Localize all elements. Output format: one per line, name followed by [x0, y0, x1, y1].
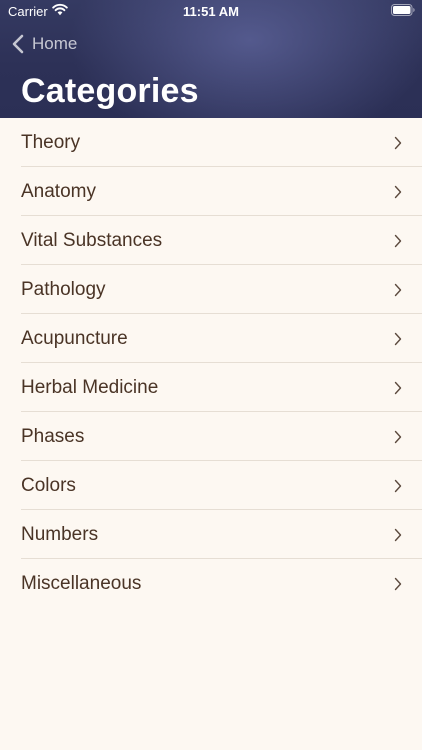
list-item-label: Anatomy: [21, 181, 96, 202]
chevron-left-icon: [12, 34, 24, 54]
list-item-label: Vital Substances: [21, 230, 163, 251]
list-item-label: Colors: [21, 475, 76, 496]
list-item-label: Miscellaneous: [21, 573, 142, 594]
list-item-theory[interactable]: Theory: [0, 118, 422, 167]
chevron-right-icon: [394, 528, 402, 542]
list-item-label: Herbal Medicine: [21, 377, 159, 398]
battery-icon: [391, 4, 415, 16]
list-item-label: Phases: [21, 426, 85, 447]
navigation-header: Carrier 11:51 AM Home Categories: [0, 0, 422, 118]
chevron-right-icon: [394, 479, 402, 493]
list-item-label: Acupuncture: [21, 328, 128, 349]
list-item-miscellaneous[interactable]: Miscellaneous: [0, 559, 422, 608]
list-item-numbers[interactable]: Numbers: [0, 510, 422, 559]
status-time: 11:51 AM: [183, 4, 239, 19]
list-item-colors[interactable]: Colors: [0, 461, 422, 510]
categories-screen: Carrier 11:51 AM Home Categories Theory: [0, 0, 422, 750]
list-item-anatomy[interactable]: Anatomy: [0, 167, 422, 216]
back-button-label: Home: [32, 34, 78, 53]
chevron-right-icon: [394, 332, 402, 346]
status-bar: Carrier 11:51 AM: [0, 0, 422, 22]
back-button[interactable]: Home: [12, 32, 77, 56]
list-item-phases[interactable]: Phases: [0, 412, 422, 461]
page-title: Categories: [21, 72, 199, 110]
chevron-right-icon: [394, 577, 402, 591]
chevron-right-icon: [394, 381, 402, 395]
list-item-label: Pathology: [21, 279, 106, 300]
list-item-vital-substances[interactable]: Vital Substances: [0, 216, 422, 265]
chevron-right-icon: [394, 430, 402, 444]
list-item-herbal-medicine[interactable]: Herbal Medicine: [0, 363, 422, 412]
list-item-acupuncture[interactable]: Acupuncture: [0, 314, 422, 363]
chevron-right-icon: [394, 185, 402, 199]
category-list: Theory Anatomy Vital Substances Patholog…: [0, 118, 422, 608]
list-item-label: Theory: [21, 132, 81, 153]
chevron-right-icon: [394, 283, 402, 297]
list-item-label: Numbers: [21, 524, 99, 545]
list-item-pathology[interactable]: Pathology: [0, 265, 422, 314]
chevron-right-icon: [394, 234, 402, 248]
chevron-right-icon: [394, 136, 402, 150]
